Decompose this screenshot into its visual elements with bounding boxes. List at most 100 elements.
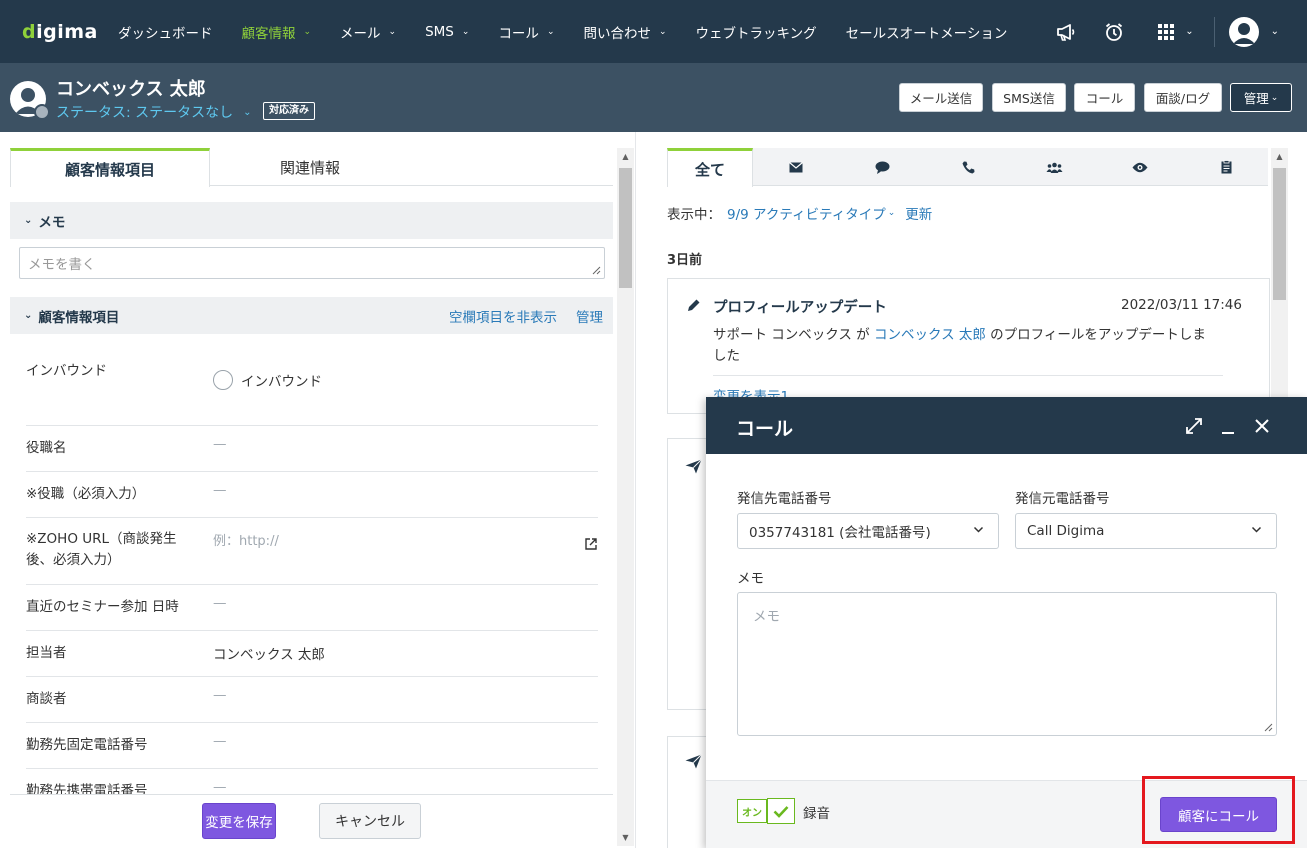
from-number-select[interactable]: Call Digima [1015,513,1277,549]
checkmark-icon [767,798,795,824]
dialog-title: コール [736,418,794,440]
minimize-icon[interactable] [1217,415,1239,437]
apps-grid-icon[interactable] [1153,19,1179,45]
nav-item-sms[interactable]: SMS ⌄ [425,24,469,40]
cancel-button[interactable]: キャンセル [319,803,421,839]
field-row-zoho-url: ※ZOHO URL（商談発生 後、必須入力） 例：http:// [26,518,598,585]
chevron-down-icon[interactable]: ⌄ [888,208,896,218]
nav-right-icons: ⌄ ⌄ [1031,0,1307,63]
activity-title: プロフィールアップデート [713,300,887,316]
field-value[interactable]: — [213,436,227,452]
memo-input[interactable]: メモを書く [19,247,605,279]
chevron-down-icon: ⌄ [658,26,667,37]
field-label: 担当者 [26,645,67,661]
top-navigation: digima ダッシュボード 顧客情報 ⌄ メール ⌄ SMS ⌄ コール ⌄ 問い合わ… [0,0,1307,63]
chevron-down-icon[interactable]: ⌄ [1271,26,1279,37]
tab-phone[interactable] [925,148,1011,186]
save-changes-button[interactable]: 変更を保存 [202,803,276,839]
field-label: 勤務先固定電話番号 [26,737,148,753]
tab-mail[interactable] [753,148,839,186]
tab-all[interactable]: 全て [667,148,753,187]
scroll-up-icon[interactable]: ▲ [1271,148,1288,165]
memo-section-header[interactable]: ⌄ メモ [10,202,613,239]
nav-item-call[interactable]: コール ⌄ [498,22,554,42]
to-number-label: 発信先電話番号 [737,491,832,507]
nav-menu: ダッシュボード 顧客情報 ⌄ メール ⌄ SMS ⌄ コール ⌄ 問い合わせ ⌄ ウェブト… [118,0,1036,63]
external-link-icon[interactable] [585,538,597,550]
expand-icon[interactable] [1183,415,1205,437]
card-divider [713,375,1223,376]
alarm-clock-icon[interactable] [1101,19,1127,45]
recording-toggle[interactable]: オン [737,798,795,824]
highlight-box [1142,776,1295,844]
manage-dropdown-button[interactable]: 管理 ⌄ [1230,83,1292,112]
nav-item-customer-info[interactable]: 顧客情報 ⌄ [242,22,312,42]
chevron-down-icon: ⌄ [1270,92,1279,103]
group-icon [1046,162,1062,173]
scroll-thumb[interactable] [1273,168,1286,300]
resize-handle-icon[interactable] [1264,723,1273,732]
nav-item-mail[interactable]: メール ⌄ [340,22,396,42]
chevron-down-icon: ⌄ [24,310,33,321]
field-row-owner: 担当者 コンベックス 太郎 [26,631,598,677]
tab-customer-info[interactable]: 顧客情報項目 [10,148,210,187]
digima-logo[interactable]: digima [22,21,97,43]
radio-icon[interactable] [213,370,233,390]
scroll-thumb[interactable] [619,168,632,288]
send-sms-button[interactable]: SMS送信 [992,83,1066,112]
left-footer: 変更を保存 キャンセル [10,794,613,848]
chevron-down-icon: ⌄ [461,26,470,37]
field-label: 直近のセミナー参加 日時 [26,599,179,615]
call-memo-textarea[interactable]: メモ [737,592,1277,736]
field-value[interactable]: — [213,733,227,749]
pencil-icon [688,299,700,311]
refresh-link[interactable]: 更新 [905,203,932,223]
left-scrollbar[interactable]: ▲ ▼ [617,148,634,846]
nav-item-inquiry[interactable]: 問い合わせ ⌄ [583,22,666,42]
field-value[interactable]: コンベックス 太郎 [213,643,325,663]
inbound-radio[interactable]: インバウンド [213,370,322,390]
scroll-down-icon[interactable]: ▼ [617,829,634,846]
nav-item-sales-automation[interactable]: セールスオートメーション [846,22,1008,42]
user-avatar-icon[interactable] [1228,16,1259,47]
to-number-select[interactable]: 0357743181 (会社電話番号) [737,513,999,549]
toggle-on-label: オン [737,799,767,823]
megaphone-icon[interactable] [1053,19,1079,45]
hide-empty-fields-link[interactable]: 空欄項目を非表示 [449,297,557,334]
manage-fields-link[interactable]: 管理 [576,297,603,334]
send-email-button[interactable]: メール送信 [899,83,983,112]
left-tabs: 顧客情報項目 関連情報 [10,148,613,187]
customer-link[interactable]: コンベックス 太郎 [874,327,986,343]
left-panel: 顧客情報項目 関連情報 ⌄ メモ メモを書く ⌄ 顧客情報項目 空欄項目を非表示 管… [0,132,635,848]
field-label: 役職名 [26,440,67,456]
close-icon[interactable] [1251,415,1273,437]
field-row-negotiator: 商談者 — [26,677,598,723]
customer-fields-section-header[interactable]: ⌄ 顧客情報項目 空欄項目を非表示 管理 [10,297,613,334]
nav-item-dashboard[interactable]: ダッシュボード [118,22,213,42]
tab-related-info[interactable]: 関連情報 [210,148,410,186]
field-label: 商談者 [26,691,67,707]
activity-type-filter[interactable]: 9/9 アクティビティタイプ [727,203,886,223]
chevron-down-icon: ⌄ [546,26,555,37]
tab-meeting[interactable] [1011,148,1097,186]
field-value[interactable]: — [213,595,227,611]
tab-chat[interactable] [839,148,925,186]
field-label: ※ZOHO URL（商談発生 後、必須入力） [26,531,177,568]
chevron-down-icon: ⌄ [303,26,312,37]
tab-web-view[interactable] [1097,148,1183,186]
nav-item-web-tracking[interactable]: ウェブトラッキング [696,22,817,42]
mail-icon [789,161,803,172]
dialog-header: コール [706,397,1307,454]
call-button[interactable]: コール [1074,83,1135,112]
resize-handle-icon[interactable] [592,266,601,275]
field-value[interactable]: — [213,482,227,498]
status-dropdown[interactable]: ステータス: ステータスなし ⌄ [56,102,252,122]
tab-form[interactable] [1183,148,1269,186]
field-value[interactable]: — [213,779,227,795]
zoho-url-input[interactable]: 例：http:// [213,530,279,549]
chevron-down-icon [1251,526,1262,533]
meeting-log-button[interactable]: 面談/ログ [1144,83,1222,112]
chevron-down-icon[interactable]: ⌄ [1185,26,1193,37]
field-value[interactable]: — [213,687,227,703]
scroll-up-icon[interactable]: ▲ [617,148,634,165]
